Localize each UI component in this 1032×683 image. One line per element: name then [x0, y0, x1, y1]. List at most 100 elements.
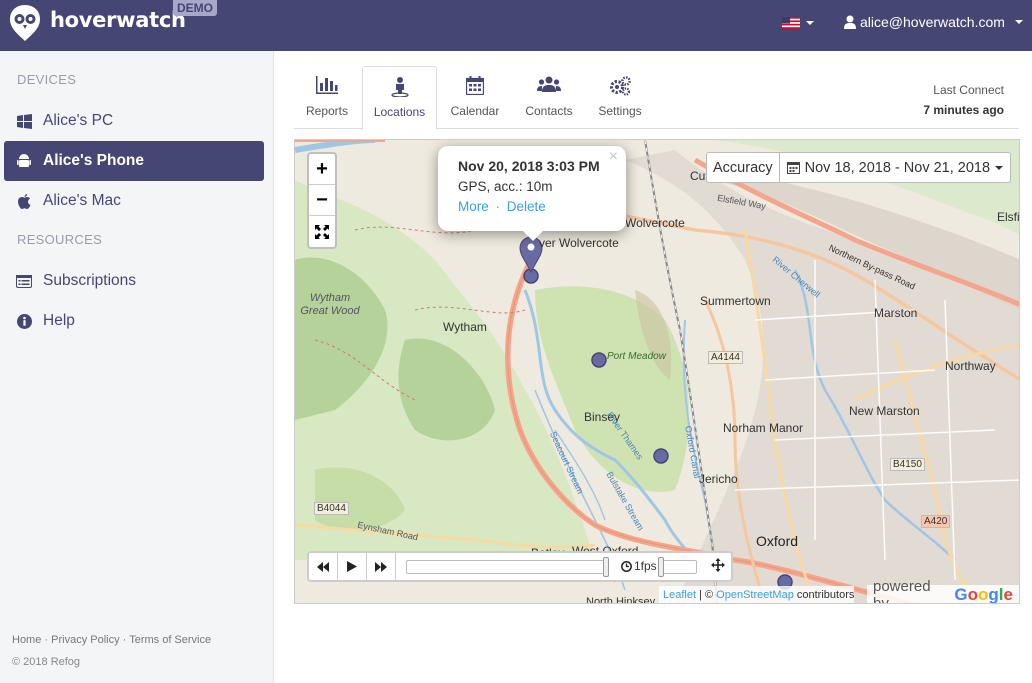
chevron-down-icon — [995, 165, 1004, 170]
user-icon — [844, 15, 856, 29]
playback-timeline[interactable] — [406, 557, 609, 577]
playback-control: 1fps — [307, 551, 733, 582]
popup-separator: · — [495, 199, 501, 214]
popup-accuracy: GPS, acc.: 10m — [458, 179, 553, 194]
tab-bar: Reports Locations Calendar Contacts Sett… — [294, 66, 1019, 130]
popup-tip — [523, 231, 543, 241]
zoom-in-button[interactable]: + — [309, 154, 335, 185]
play-button[interactable] — [338, 553, 367, 580]
map-label-summertown: Summertown — [700, 294, 771, 308]
user-menu[interactable]: alice@hoverwatch.com — [844, 14, 1023, 30]
owl-logo-icon[interactable] — [8, 4, 42, 42]
sidebar-item-help[interactable]: Help — [4, 301, 264, 341]
rewind-button[interactable] — [309, 553, 338, 580]
play-icon — [347, 561, 357, 572]
fps-slider[interactable] — [658, 557, 697, 577]
map-label-new-marston: New Marston — [849, 404, 920, 418]
popup-more-link[interactable]: More — [458, 199, 489, 214]
map-label-b4150: B4150 — [890, 458, 925, 471]
calendar-icon — [466, 76, 484, 95]
move-handle[interactable] — [711, 558, 725, 577]
map-label-wolvercote: ver Wolvercote — [539, 236, 619, 250]
sidebar-item-label: Alice's Phone — [43, 152, 145, 169]
chevron-down-icon — [1014, 20, 1023, 24]
fullscreen-icon — [315, 224, 329, 239]
map-zoom-control: + − — [307, 152, 337, 249]
tab-locations[interactable]: Locations — [362, 66, 437, 130]
rewind-icon — [317, 561, 329, 572]
map-label-a4144: A4144 — [708, 351, 743, 364]
map-filter: Accuracy Nov 18, 2018 - Nov 21, 2018 — [706, 152, 1012, 183]
attribution-contrib: contributors — [793, 589, 855, 601]
resources-heading: RESOURCES — [17, 232, 103, 247]
fps-handle[interactable] — [658, 557, 664, 577]
sidebar-item-alices-mac[interactable]: Alice's Mac — [4, 181, 264, 221]
map-label-b4044: B4044 — [314, 502, 349, 515]
apple-icon — [16, 193, 32, 209]
sidebar-item-alices-phone[interactable]: Alice's Phone — [4, 141, 264, 181]
calendar-icon — [786, 162, 800, 174]
tab-label: Settings — [598, 104, 642, 118]
tab-contacts[interactable]: Contacts — [513, 66, 585, 129]
popup-links: More · Delete — [458, 199, 606, 214]
last-connect: Last Connect 7 minutes ago — [923, 80, 1004, 120]
map-label-a420: A420 — [921, 515, 951, 528]
bar-chart-icon — [316, 76, 338, 94]
clock-icon — [621, 560, 632, 572]
tab-reports[interactable]: Reports — [294, 66, 360, 129]
sidebar-item-label: Alice's PC — [43, 112, 114, 129]
google-logo: Google — [954, 585, 1013, 604]
map-label-wytham: Wytham — [443, 320, 487, 334]
fullscreen-button[interactable] — [309, 216, 335, 247]
tab-label: Reports — [305, 104, 349, 118]
sidebar-item-alices-pc[interactable]: Alice's PC — [4, 101, 264, 141]
accuracy-button[interactable]: Accuracy — [707, 153, 780, 182]
tab-label: Calendar — [450, 104, 500, 118]
tab-calendar[interactable]: Calendar — [439, 66, 511, 129]
map-label-elsfield: Elsfie — [997, 210, 1020, 224]
footer-separator: · — [122, 634, 127, 646]
map-label-north-hinksey: North Hinksey — [586, 596, 656, 604]
chevron-down-icon[interactable] — [806, 21, 814, 25]
last-connect-value: 7 minutes ago — [923, 103, 1004, 117]
devices-heading: DEVICES — [17, 72, 77, 87]
sidebar-item-label: Subscriptions — [43, 272, 137, 289]
tab-label: Contacts — [525, 104, 573, 118]
map[interactable]: ver Wolvercote Wolvercote Cut Elsfield W… — [294, 139, 1020, 604]
map-label-wytham-great-wood: Wytham Great Wood — [300, 292, 360, 317]
map-label-marston: Marston — [874, 306, 918, 320]
date-range-picker[interactable]: Nov 18, 2018 - Nov 21, 2018 — [780, 160, 1010, 176]
footer-separator: · — [44, 634, 49, 646]
fast-forward-button[interactable] — [367, 553, 396, 580]
fast-forward-icon — [375, 561, 387, 572]
footer-link-home[interactable]: Home — [12, 634, 41, 646]
brand-name[interactable]: hoverwatch — [50, 8, 186, 32]
date-range-value: Nov 18, 2018 - Nov 21, 2018 — [804, 159, 991, 176]
footer-link-privacy[interactable]: Privacy Policy — [51, 634, 119, 646]
map-label-jericho: Jericho — [699, 472, 738, 486]
tab-settings[interactable]: Settings — [586, 66, 654, 129]
sidebar-item-label: Alice's Mac — [43, 192, 121, 209]
footer-link-terms[interactable]: Terms of Service — [129, 634, 211, 646]
info-icon — [16, 313, 32, 329]
fps-display: 1fps — [621, 559, 657, 573]
leaflet-link[interactable]: Leaflet — [663, 589, 696, 601]
timeline-handle[interactable] — [603, 557, 609, 577]
copyright: © 2018 Refog — [12, 656, 81, 668]
sidebar-item-subscriptions[interactable]: Subscriptions — [4, 261, 264, 301]
zoom-out-button[interactable]: − — [309, 185, 335, 216]
windows-icon — [16, 113, 32, 129]
user-email: alice@hoverwatch.com — [860, 14, 1005, 30]
sidebar-item-label: Help — [43, 312, 75, 329]
popup-delete-link[interactable]: Delete — [507, 199, 546, 214]
tab-label: Locations — [373, 105, 426, 119]
person-pin-icon — [390, 77, 409, 97]
people-icon — [537, 76, 561, 92]
map-label-wolvercote: Wolvercote — [625, 216, 685, 230]
footer-links: Home · Privacy Policy · Terms of Service — [12, 634, 211, 646]
close-icon[interactable]: × — [609, 148, 618, 166]
map-attribution: Leaflet | © OpenStreetMap contributors — [659, 586, 855, 603]
us-flag-icon[interactable] — [782, 17, 800, 29]
map-label-port-meadow: Port Meadow — [607, 351, 666, 362]
osm-link[interactable]: OpenStreetMap — [716, 589, 794, 601]
